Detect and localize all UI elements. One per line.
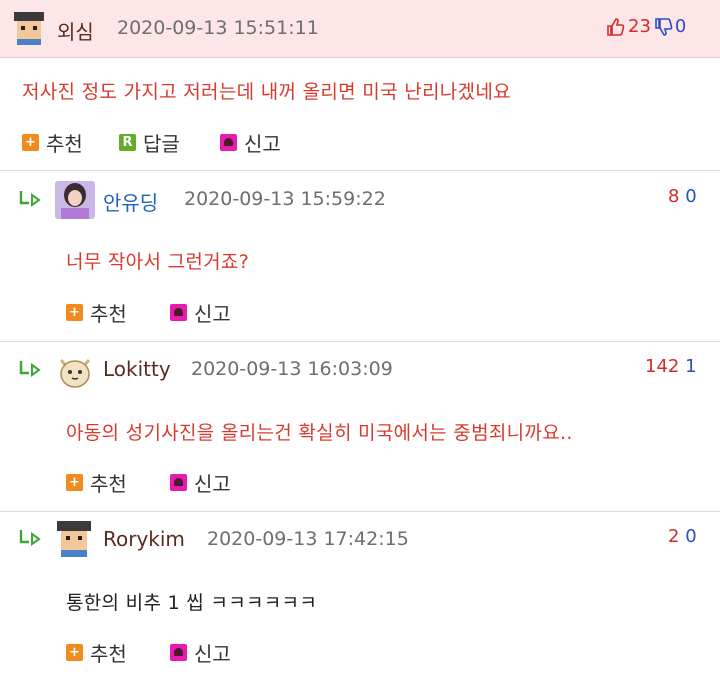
plus-icon: +: [66, 474, 83, 491]
report-button[interactable]: 신고: [170, 468, 231, 497]
author-avatar[interactable]: [55, 350, 95, 390]
plus-icon: +: [66, 304, 83, 321]
thumbs-up-icon[interactable]: [605, 17, 625, 37]
plus-icon: +: [66, 644, 83, 661]
reply-arrow-icon: [19, 530, 41, 546]
upvote-count: 8: [668, 186, 680, 207]
report-button[interactable]: 신고: [220, 128, 281, 157]
downvote-count: 0: [674, 16, 687, 37]
report-button[interactable]: 신고: [170, 638, 231, 667]
author-name[interactable]: Lokitty: [103, 357, 171, 381]
pixel-face-icon: [55, 521, 93, 557]
vote-counter: 2 0: [668, 526, 697, 547]
siren-icon: [170, 304, 187, 321]
reply-body: 아동의 성기사진을 올리는건 확실히 미국에서는 중범죄니까요..: [66, 422, 573, 444]
divider: [0, 170, 720, 171]
recommend-button[interactable]: + 추천: [66, 638, 127, 667]
siren-icon: [170, 474, 187, 491]
reply-button[interactable]: R 답글: [119, 128, 180, 157]
reply-body: 통한의 비추 1 씹 ㅋㅋㅋㅋㅋㅋ: [66, 592, 318, 614]
user-photo-icon: [55, 181, 95, 219]
thumbs-down-icon[interactable]: [653, 17, 673, 37]
vote-counter: 8 0: [668, 186, 697, 207]
reply-body: 너무 작아서 그런거죠?: [66, 251, 250, 273]
reply-time: 2020-09-13 16:03:09: [191, 358, 393, 380]
recommend-label: 추천: [46, 132, 83, 156]
reply-time: 2020-09-13 17:42:15: [207, 528, 409, 550]
report-label: 신고: [244, 132, 281, 156]
reply-r-icon: R: [119, 134, 136, 151]
vote-counter: 23 0: [605, 16, 686, 37]
reply-arrow-icon: [19, 191, 41, 207]
downvote-count: 1: [685, 356, 697, 377]
author-avatar[interactable]: [55, 521, 93, 557]
author-avatar[interactable]: [55, 181, 95, 219]
recommend-button[interactable]: + 추천: [66, 298, 127, 327]
downvote-count: 0: [685, 186, 697, 207]
report-label: 신고: [194, 472, 231, 496]
plus-icon: +: [22, 134, 39, 151]
reply-label: 답글: [143, 132, 180, 156]
post-body: 저사진 정도 가지고 저러는데 내꺼 올리면 미국 난리나겠네요: [22, 81, 511, 103]
divider: [0, 341, 720, 342]
siren-icon: [170, 644, 187, 661]
divider: [0, 511, 720, 512]
cat-avatar-icon: [55, 350, 95, 390]
vote-counter: 142 1: [645, 356, 697, 377]
author-name[interactable]: 외심: [57, 16, 94, 45]
recommend-label: 추천: [90, 302, 127, 326]
author-name[interactable]: Rorykim: [103, 527, 185, 551]
report-label: 신고: [194, 642, 231, 666]
report-label: 신고: [194, 302, 231, 326]
reply-time: 2020-09-13 15:59:22: [184, 188, 386, 210]
recommend-button[interactable]: + 추천: [66, 468, 127, 497]
upvote-count: 142: [645, 356, 680, 377]
siren-icon: [220, 134, 237, 151]
report-button[interactable]: 신고: [170, 298, 231, 327]
reply-arrow-icon: [19, 361, 41, 377]
downvote-count: 0: [685, 526, 697, 547]
recommend-label: 추천: [90, 642, 127, 666]
author-avatar[interactable]: [11, 12, 47, 45]
author-name[interactable]: 안유딩: [103, 187, 158, 216]
upvote-count: 23: [628, 16, 651, 37]
recommend-button[interactable]: + 추천: [22, 128, 83, 157]
recommend-label: 추천: [90, 472, 127, 496]
post-time: 2020-09-13 15:51:11: [117, 17, 319, 39]
upvote-count: 2: [668, 526, 680, 547]
pixel-face-icon: [11, 12, 47, 45]
